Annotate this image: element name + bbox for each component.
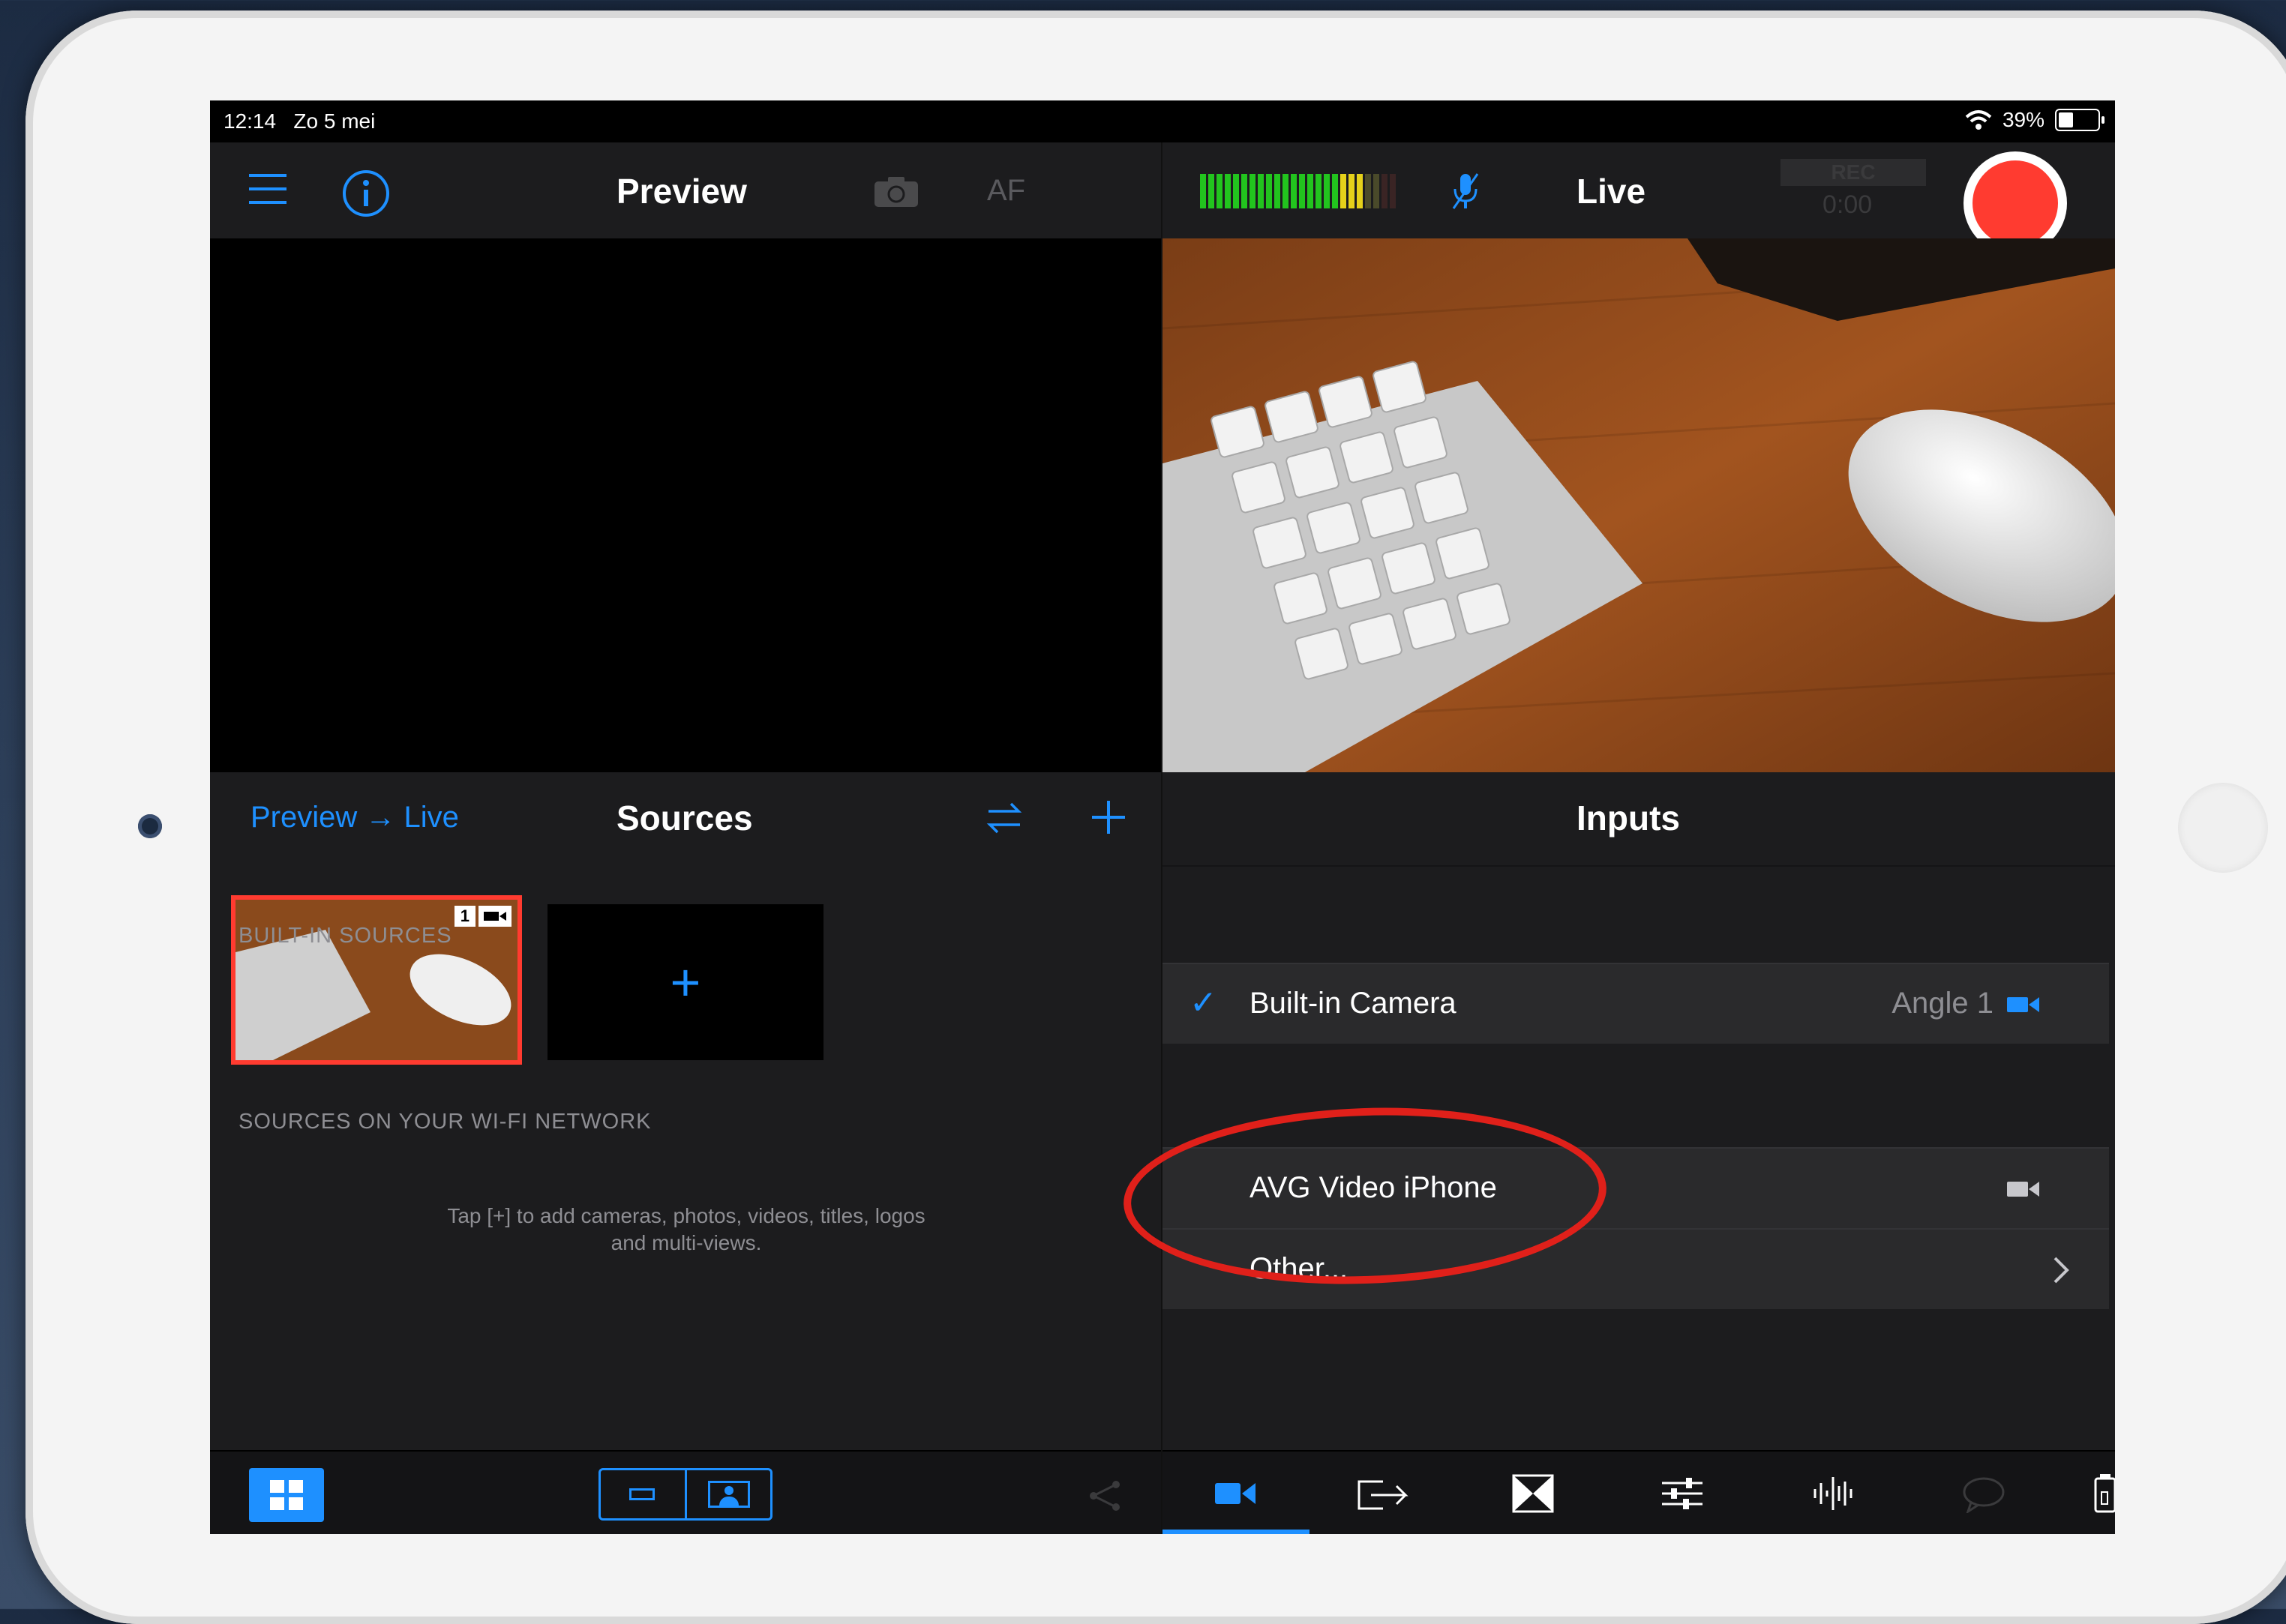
inputs-header: Inputs xyxy=(1162,772,2115,867)
audio-meter-bar xyxy=(1365,174,1371,208)
builtin-camera-label: Built-in Camera xyxy=(1250,987,1456,1020)
sources-header: Preview → Live Sources xyxy=(210,772,1161,867)
audio-meter-bar xyxy=(1332,174,1338,208)
tab-transitions-icon[interactable] xyxy=(1512,1474,1554,1513)
sources-bottom-toolbar xyxy=(210,1450,1161,1534)
audio-meter-bar xyxy=(1316,174,1322,208)
tab-comments-icon[interactable] xyxy=(1962,1476,2006,1513)
builtin-section-label: BUILT-IN SOURCES xyxy=(238,924,452,948)
audio-meter-bar xyxy=(1357,174,1363,208)
person-view-icon xyxy=(707,1481,750,1508)
video-camera-icon xyxy=(478,906,512,927)
add-source-button[interactable]: + xyxy=(548,904,824,1060)
inputs-title: Inputs xyxy=(1576,799,1680,837)
preview-toolbar: Preview AF xyxy=(210,142,1161,238)
af-button[interactable]: AF xyxy=(987,174,1025,208)
source-thumbnail-selected[interactable]: 1 xyxy=(231,895,522,1065)
add-source-plus: + xyxy=(670,953,701,1011)
audio-meter-bar xyxy=(1382,174,1388,208)
checkmark-icon: ✓ xyxy=(1190,984,1217,1021)
preview-title: Preview xyxy=(616,172,747,211)
audio-meter-bar xyxy=(1340,174,1346,208)
tab-adjustments-icon[interactable] xyxy=(1660,1477,1704,1510)
network-section-label: SOURCES ON YOUR WI-FI NETWORK xyxy=(238,1110,652,1134)
builtin-camera-angle: Angle 1 xyxy=(1892,987,1994,1020)
rec-time: 0:00 xyxy=(1822,190,1873,219)
swap-icon[interactable] xyxy=(986,799,1023,837)
battery-percent: 39% xyxy=(2002,108,2044,131)
audio-meter-bar xyxy=(1274,174,1280,208)
info-icon[interactable] xyxy=(342,169,390,217)
audio-meter-bar xyxy=(1324,174,1330,208)
camera-flip-icon[interactable] xyxy=(873,175,920,208)
active-tab-indicator xyxy=(1162,1530,1310,1534)
audio-meter-bar xyxy=(1307,174,1313,208)
audio-meter-bar xyxy=(1373,174,1379,208)
split-view-icon xyxy=(629,1488,655,1500)
view-mode-segmented-control xyxy=(598,1468,772,1521)
preview-to-live-toggle[interactable]: Preview → Live xyxy=(250,801,459,834)
audio-meter-bar xyxy=(1200,174,1206,208)
rec-indicator: REC xyxy=(1780,159,1926,186)
audio-meter-bar xyxy=(1241,174,1247,208)
audio-meter-bar xyxy=(1299,174,1305,208)
tab-audio-icon[interactable] xyxy=(1812,1474,1857,1513)
audio-meter-bar xyxy=(1233,174,1239,208)
home-button[interactable] xyxy=(2178,783,2268,873)
audio-meter-bar xyxy=(1250,174,1256,208)
audio-meter-bar xyxy=(1258,174,1264,208)
battery-icon xyxy=(2055,109,2104,131)
status-bar: 12:14 Zo 5 mei 39% xyxy=(210,100,2115,142)
tab-inputs[interactable] xyxy=(1162,1452,1310,1534)
tab-timer-icon[interactable] xyxy=(2092,1473,2115,1515)
grid-layout-button[interactable] xyxy=(249,1468,324,1522)
audio-meter-bar xyxy=(1225,174,1231,208)
hamburger-icon[interactable] xyxy=(249,172,286,205)
live-camera-feed xyxy=(1162,238,2115,772)
share-icon[interactable] xyxy=(1088,1479,1122,1513)
live-title: Live xyxy=(1576,172,1646,211)
video-camera-icon-gray xyxy=(2007,1180,2040,1198)
chevron-right-icon xyxy=(2054,1257,2069,1284)
single-view-button[interactable] xyxy=(687,1470,771,1518)
wifi-icon xyxy=(1965,110,1992,130)
plus-icon[interactable] xyxy=(1090,799,1126,835)
audio-meter-bar xyxy=(1266,174,1272,208)
status-time: 12:14 Zo 5 mei xyxy=(224,109,376,133)
audio-meter-bar xyxy=(1208,174,1214,208)
grid-icon xyxy=(270,1480,303,1510)
preview-video[interactable] xyxy=(210,238,1161,772)
live-video[interactable] xyxy=(1162,238,2115,772)
audio-level-meter xyxy=(1200,174,1408,208)
source-badge: 1 xyxy=(454,906,512,927)
inputs-bottom-toolbar xyxy=(1162,1450,2115,1534)
audio-meter-bar xyxy=(1291,174,1297,208)
app-screen: 12:14 Zo 5 mei 39% Preview AF Live REC 0… xyxy=(210,100,2115,1534)
tab-output-icon[interactable] xyxy=(1356,1477,1410,1513)
live-toolbar: Live REC 0:00 xyxy=(1162,142,2115,255)
sources-list: 1 + Tap [+] to add cameras, photos, vide… xyxy=(210,865,1161,1450)
rec-label: REC xyxy=(1831,160,1876,184)
input-row-builtin-camera[interactable]: ✓ Built-in Camera Angle 1 xyxy=(1162,963,2109,1044)
audio-meter-bar xyxy=(1348,174,1354,208)
video-camera-icon-blue xyxy=(2007,996,2040,1014)
front-camera xyxy=(138,814,162,838)
audio-meter-bar xyxy=(1282,174,1288,208)
audio-meter-bar xyxy=(1216,174,1222,208)
sources-hint: Tap [+] to add cameras, photos, videos, … xyxy=(447,1204,926,1254)
source-number: 1 xyxy=(454,906,476,927)
audio-meter-bar xyxy=(1390,174,1396,208)
sources-title: Sources xyxy=(616,799,753,837)
split-view-button[interactable] xyxy=(601,1470,687,1518)
microphone-icon[interactable] xyxy=(1450,171,1480,211)
video-camera-tab-icon xyxy=(1215,1483,1257,1504)
